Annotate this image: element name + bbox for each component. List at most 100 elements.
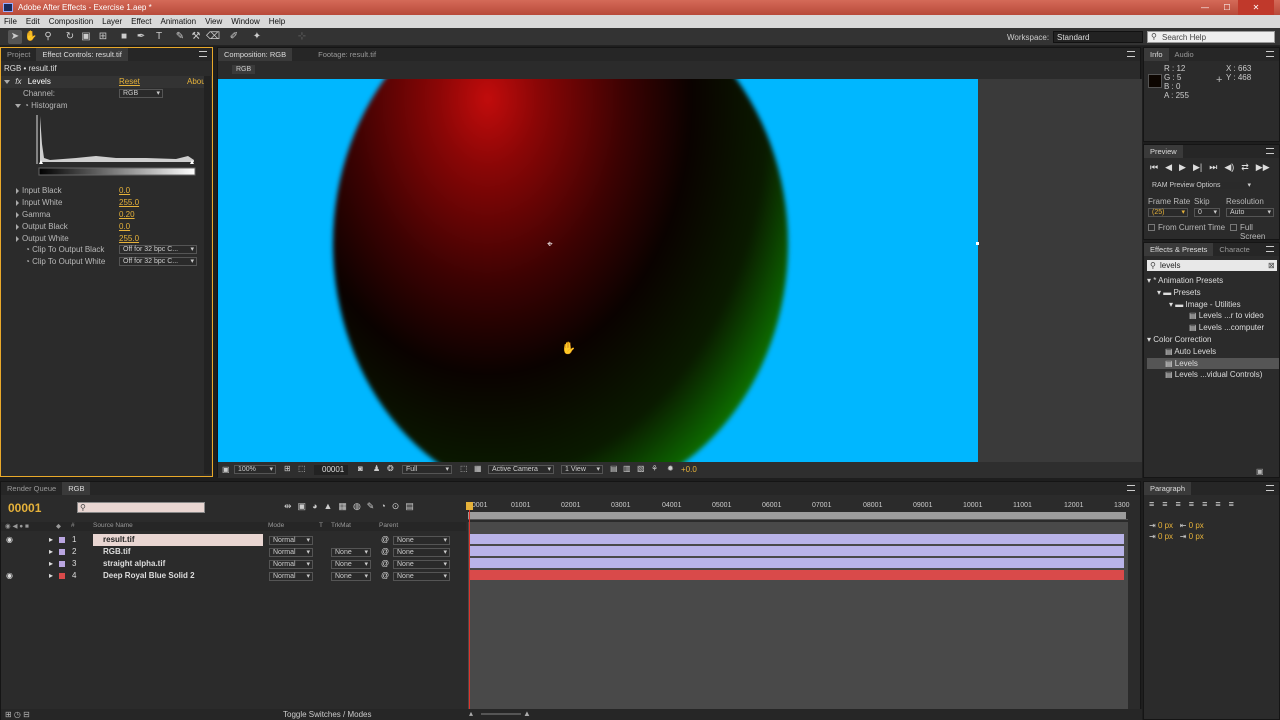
fast-previews-icon[interactable]: ▥: [623, 464, 631, 473]
tab-paragraph[interactable]: Paragraph: [1144, 482, 1192, 495]
stopwatch-icon[interactable]: ◔: [24, 101, 29, 110]
stopwatch-icon[interactable]: ◔: [25, 257, 32, 266]
type-tool-icon[interactable]: T: [152, 30, 166, 44]
param-input-black[interactable]: Input Black: [1, 185, 212, 197]
tab-footage[interactable]: Footage: result.tif: [312, 48, 382, 61]
last-frame-icon[interactable]: ⏭: [1209, 162, 1217, 173]
tree-item-levels[interactable]: ▤ Levels: [1147, 357, 1279, 370]
draft-3d-icon[interactable]: ◕: [312, 501, 317, 512]
hide-shy-layers-icon[interactable]: ▲: [324, 501, 333, 512]
panel-menu-icon[interactable]: [199, 51, 207, 57]
mask-visibility-icon[interactable]: ⬚: [298, 464, 306, 473]
blend-mode-dropdown[interactable]: Normal: [269, 548, 313, 557]
t-header[interactable]: T: [319, 522, 323, 529]
channel-color-icon[interactable]: ❂: [387, 464, 394, 473]
puppet-pin-tool-icon[interactable]: ✦: [250, 30, 264, 44]
clear-search-icon[interactable]: ⊠: [1268, 261, 1275, 270]
zoom-slider[interactable]: [481, 713, 521, 715]
menu-layer[interactable]: Layer: [102, 17, 122, 26]
tab-render-queue[interactable]: Render Queue: [1, 482, 62, 495]
timeline-current-time[interactable]: 00001: [8, 501, 41, 515]
label-color-icon[interactable]: [59, 537, 65, 543]
composition-viewer[interactable]: ⌖ ✋: [218, 79, 1142, 462]
transparency-grid-icon[interactable]: ▦: [474, 464, 482, 473]
mode-header[interactable]: Mode: [268, 522, 284, 529]
tree-item-image-utilities[interactable]: ▾ ▬ Image - Utilities: [1147, 299, 1279, 311]
reset-link[interactable]: Reset: [119, 76, 140, 88]
parent-pickwhip-icon[interactable]: @: [381, 570, 389, 582]
expand-layer-icon[interactable]: ▸: [49, 546, 53, 558]
region-of-interest-icon[interactable]: ⬚: [460, 464, 468, 473]
current-time-indicator[interactable]: [469, 502, 470, 718]
trkmat-dropdown[interactable]: None: [331, 560, 371, 569]
label-color-icon[interactable]: [59, 549, 65, 555]
expand-layer-icon[interactable]: ▸: [49, 570, 53, 582]
param-input-white[interactable]: Input White: [1, 197, 212, 209]
full-screen-checkbox[interactable]: [1230, 224, 1237, 231]
trkmat-dropdown[interactable]: None: [331, 572, 371, 581]
motion-blur-icon[interactable]: ◍: [353, 501, 361, 512]
trkmat-header[interactable]: TrkMat: [331, 522, 351, 529]
panel-menu-icon[interactable]: [1266, 148, 1274, 154]
blend-mode-dropdown[interactable]: Normal: [269, 572, 313, 581]
justify-all-icon[interactable]: ≡: [1229, 499, 1234, 509]
tree-item-auto-levels[interactable]: ▤ Auto Levels: [1147, 346, 1279, 358]
layer-row-1[interactable]: ◉ ▸ 1 result.tif Normal @ None: [1, 534, 466, 546]
layer-name[interactable]: Deep Royal Blue Solid 2: [93, 570, 195, 582]
expand-arrow-icon[interactable]: [15, 103, 21, 108]
parent-pickwhip-icon[interactable]: @: [381, 546, 389, 558]
toggle-switches-modes-button[interactable]: Toggle Switches / Modes: [283, 710, 372, 719]
visibility-eye-icon[interactable]: ◉: [6, 570, 13, 582]
av-features-icon[interactable]: ◉ ◀ ● ■: [5, 522, 29, 530]
ram-preview-options-dropdown[interactable]: RAM Preview Options: [1148, 181, 1254, 190]
clip-white-dropdown[interactable]: Off for 32 bpc C...: [119, 257, 197, 266]
panel-menu-icon[interactable]: [1266, 51, 1274, 57]
current-time-field[interactable]: 00001: [314, 465, 348, 475]
layer-bar-4[interactable]: [470, 570, 1124, 580]
input-black-value[interactable]: 0.0: [119, 185, 130, 197]
auto-keyframe-icon[interactable]: ◔: [380, 501, 385, 512]
levels-effect-header[interactable]: fx Levels Reset Abou: [1, 76, 212, 88]
visibility-eye-icon[interactable]: ◉: [6, 534, 13, 546]
maximize-button[interactable]: ☐: [1216, 0, 1238, 15]
menu-file[interactable]: File: [4, 17, 17, 26]
layer-search-input[interactable]: [77, 502, 205, 513]
output-black-value[interactable]: 0.0: [119, 221, 130, 233]
parent-pickwhip-icon[interactable]: @: [381, 534, 389, 546]
gamma-value[interactable]: 0.20: [119, 209, 135, 221]
tree-item-levels-video[interactable]: ▤ Levels ...r to video: [1147, 310, 1279, 322]
graph-toggle-icon[interactable]: ▤: [405, 501, 414, 512]
menu-composition[interactable]: Composition: [49, 17, 93, 26]
input-white-value[interactable]: 255.0: [119, 197, 139, 209]
play-icon[interactable]: ▶: [1179, 162, 1186, 173]
frame-rate-dropdown[interactable]: (25): [1148, 208, 1188, 217]
expand-arrow-icon[interactable]: [4, 79, 10, 84]
ram-preview-icon[interactable]: ▶▶: [1256, 162, 1270, 173]
menu-animation[interactable]: Animation: [160, 17, 196, 26]
about-link[interactable]: Abou: [187, 76, 206, 88]
label-color-icon[interactable]: [59, 561, 65, 567]
panel-menu-icon[interactable]: [1127, 485, 1135, 491]
previous-frame-icon[interactable]: ◀: [1165, 162, 1172, 173]
label-column-icon[interactable]: ◆: [56, 522, 61, 530]
zoom-in-icon[interactable]: ▲: [523, 709, 531, 718]
always-preview-icon[interactable]: ▣: [222, 465, 230, 474]
label-color-icon[interactable]: [59, 573, 65, 579]
next-frame-icon[interactable]: ▶|: [1193, 162, 1202, 173]
tab-preview[interactable]: Preview: [1144, 145, 1183, 158]
tab-effect-controls[interactable]: Effect Controls: result.tif: [36, 48, 128, 61]
param-output-black[interactable]: Output Black: [1, 221, 212, 233]
source-name-header[interactable]: Source Name: [93, 522, 133, 529]
parent-dropdown[interactable]: None: [393, 536, 450, 545]
pan-behind-tool-icon[interactable]: ⊞: [96, 30, 110, 44]
pen-tool-icon[interactable]: ✒: [134, 30, 148, 44]
zoom-tool-icon[interactable]: ⚲: [41, 30, 55, 44]
panel-menu-icon[interactable]: [1266, 246, 1274, 252]
from-current-time-checkbox[interactable]: [1148, 224, 1155, 231]
track-area[interactable]: [468, 522, 1128, 718]
clone-stamp-tool-icon[interactable]: ⚒: [189, 30, 203, 44]
resolution-dropdown[interactable]: Auto: [1226, 208, 1274, 217]
layer-bar-2[interactable]: [470, 546, 1124, 556]
live-update-icon[interactable]: ▣: [298, 501, 307, 512]
toggle-pixel-aspect-icon[interactable]: ▤: [610, 464, 618, 473]
